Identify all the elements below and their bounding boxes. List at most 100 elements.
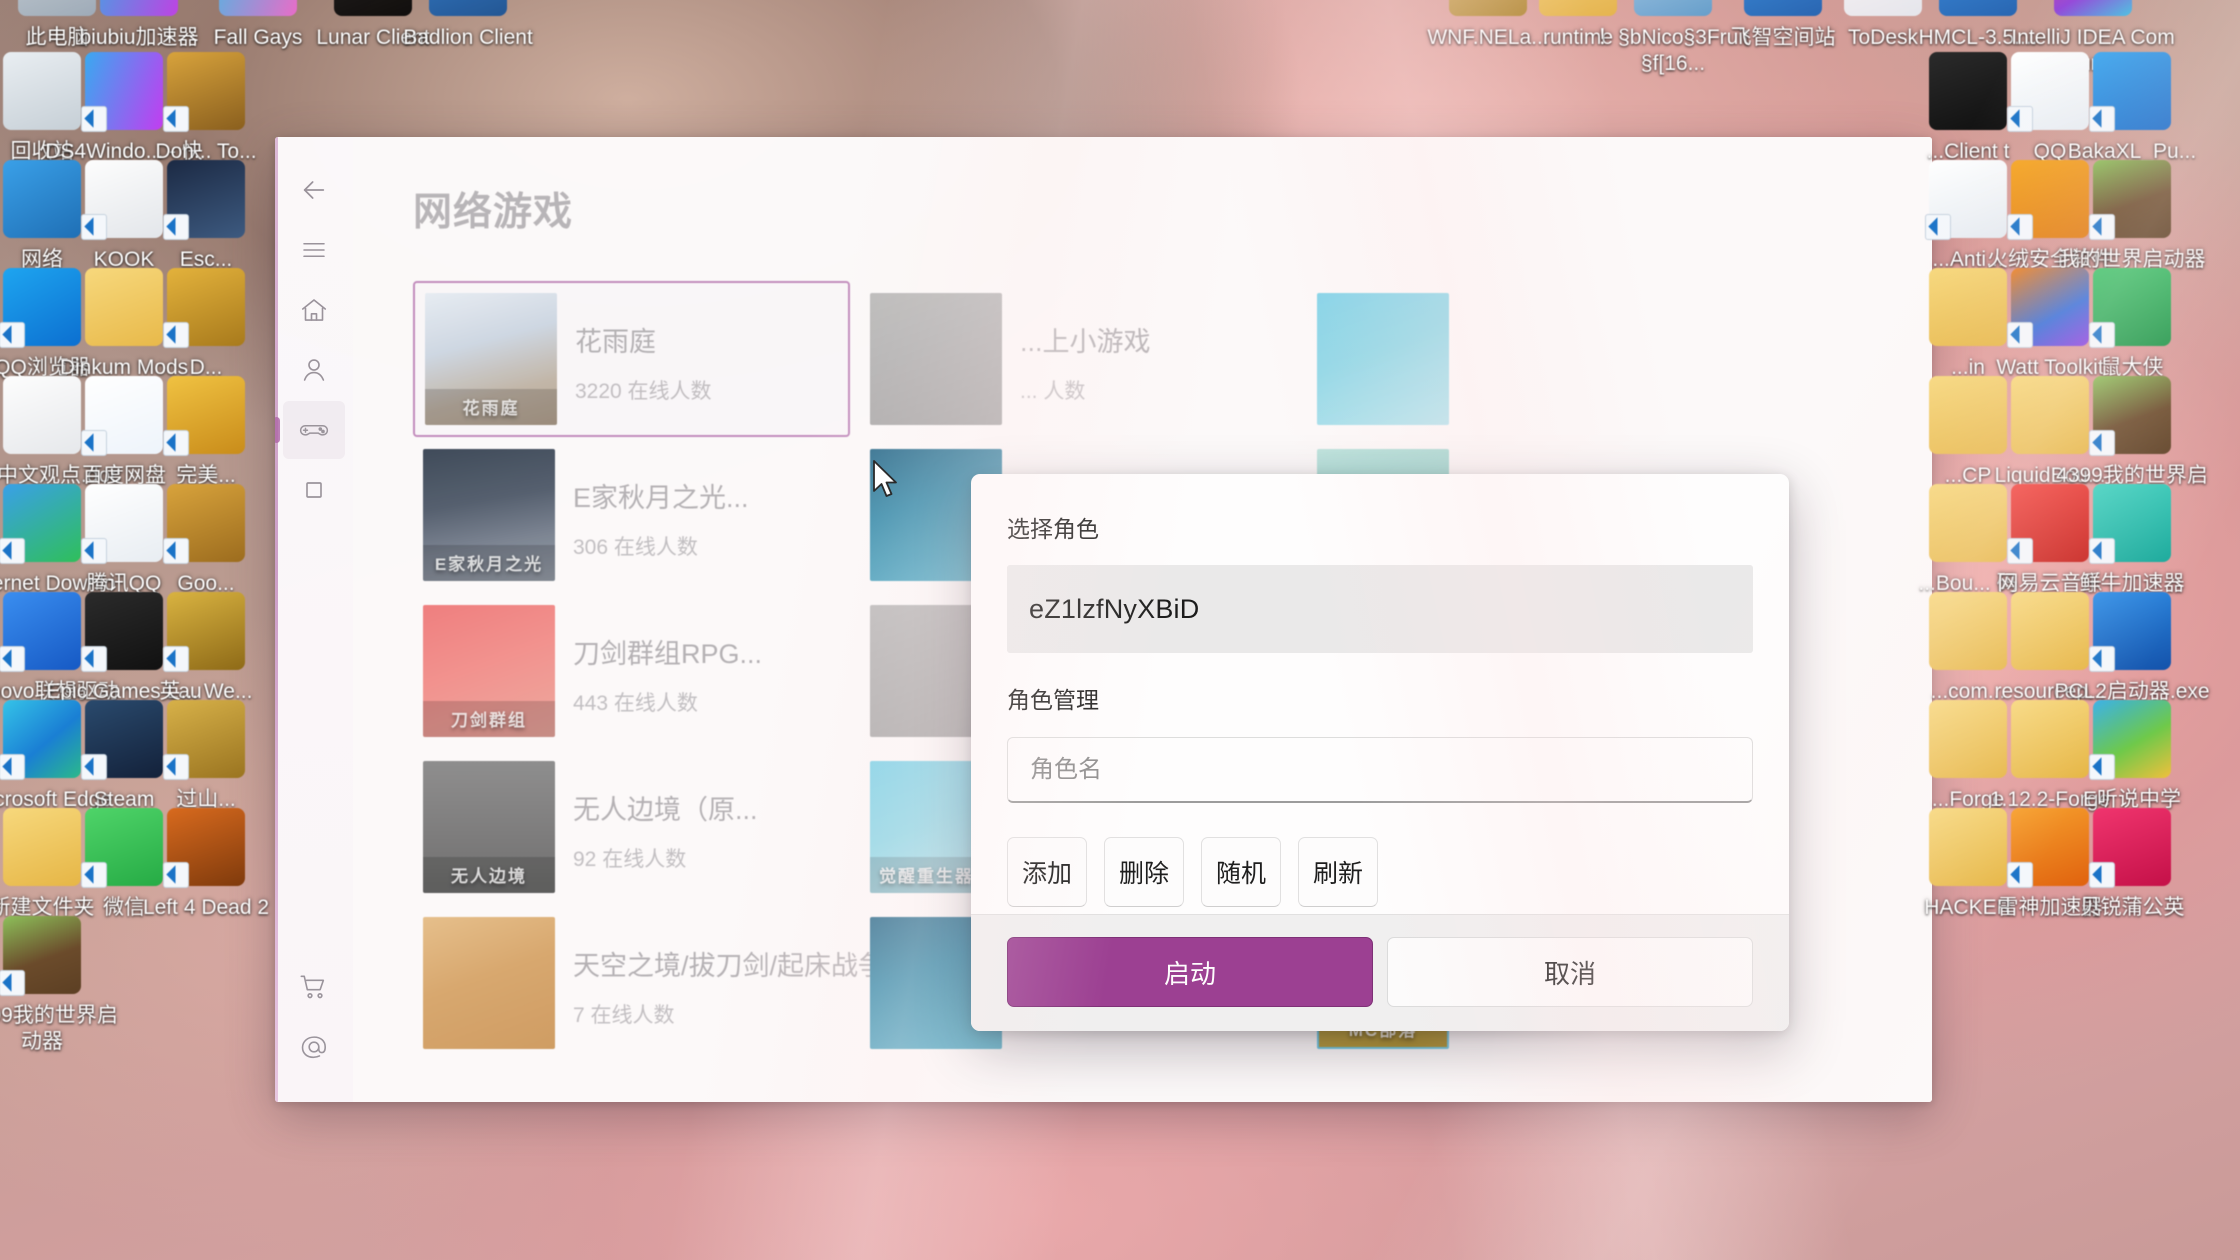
game-thumbnail bbox=[870, 293, 1002, 425]
refresh-role-button[interactable]: 刷新 bbox=[1298, 837, 1379, 907]
desktop-icon-dont-starve[interactable]: Don... To... bbox=[123, 52, 289, 165]
select-role-label: 选择角色 bbox=[1007, 516, 1099, 542]
cancel-button[interactable]: 取消 bbox=[1387, 937, 1753, 1007]
game-meta: 刀剑群组RPG... 443 在线人数 bbox=[573, 626, 840, 717]
desktop-icon-escape[interactable]: Esc... bbox=[123, 160, 289, 273]
game-online-count: 306 在线人数 bbox=[573, 535, 698, 559]
desktop-icon-shudaxia[interactable]: 鼠大侠 bbox=[2049, 268, 2215, 381]
square-icon bbox=[300, 476, 328, 504]
shortcut-arrow-icon bbox=[2007, 214, 2033, 240]
desktop-icon-etingshuo[interactable]: E听说中学 bbox=[2049, 700, 2215, 813]
sidebar-item-cart[interactable] bbox=[283, 958, 345, 1016]
shortcut-arrow-icon bbox=[81, 538, 107, 564]
game-thumbnail: E家秋月之光 bbox=[423, 449, 555, 581]
shortcut-arrow-icon bbox=[1925, 214, 1951, 240]
shortcut-arrow-icon bbox=[163, 322, 189, 348]
left4dead2-icon bbox=[163, 808, 245, 888]
shortcut-arrow-icon bbox=[0, 322, 25, 348]
shopping-cart-icon bbox=[298, 971, 330, 1003]
desktop-icon-xianniu-accelerator[interactable]: 鲜牛加速器 bbox=[2049, 484, 2215, 597]
game-thumbnail: 花雨庭 bbox=[425, 293, 557, 425]
oray-pgy-icon bbox=[2089, 808, 2171, 888]
shortcut-arrow-icon bbox=[0, 970, 25, 996]
sidebar-item-home[interactable] bbox=[283, 281, 345, 339]
pcl2-launcher-icon bbox=[2089, 592, 2171, 672]
game-thumbnail: 无人边境 bbox=[423, 761, 555, 893]
random-role-button[interactable]: 随机 bbox=[1201, 837, 1282, 907]
desktop-icon-4399-minecraft-launcher[interactable]: 4399我的世界启动器 bbox=[0, 916, 125, 1054]
desktop-icon-ying-we[interactable]: 英... We... bbox=[123, 592, 289, 705]
etingshuo-icon bbox=[2089, 700, 2171, 780]
guoshan-icon bbox=[163, 700, 245, 780]
game-card[interactable]: 花雨庭 花雨庭 3220 在线人数 bbox=[413, 281, 850, 437]
desktop-icon-d-game[interactable]: D... bbox=[123, 268, 289, 381]
sidebar-item-games[interactable] bbox=[275, 401, 345, 459]
game-online-count: 3220 在线人数 bbox=[575, 379, 712, 403]
role-list[interactable]: eZ1lzfNyXBiD bbox=[1007, 565, 1753, 653]
shortcut-arrow-icon bbox=[81, 106, 107, 132]
shortcut-arrow-icon bbox=[81, 646, 107, 672]
ying-we-icon bbox=[163, 592, 245, 672]
desktop-icon-label: Left 4 Dead 2 bbox=[142, 896, 270, 919]
desktop-icon-google[interactable]: Goo... bbox=[123, 484, 289, 597]
shortcut-arrow-icon bbox=[81, 430, 107, 456]
game-title: E家秋月之光... bbox=[573, 482, 749, 513]
delete-role-button[interactable]: 删除 bbox=[1104, 837, 1185, 907]
hamburger-menu-icon bbox=[299, 235, 329, 265]
add-role-button[interactable]: 添加 bbox=[1007, 837, 1088, 907]
badlion-client-icon bbox=[429, 0, 507, 16]
minecraft-launcher-icon bbox=[2089, 160, 2171, 240]
sidebar-item-menu[interactable] bbox=[283, 221, 345, 279]
desktop-icon-guoshan[interactable]: 过山... bbox=[123, 700, 289, 813]
wanmei-icon bbox=[163, 376, 245, 456]
shortcut-arrow-icon bbox=[2007, 538, 2033, 564]
sidebar-item-profile[interactable] bbox=[283, 341, 345, 399]
game-online-count: 443 在线人数 bbox=[573, 691, 698, 715]
game-card[interactable]: 天空之境/拔刀剑/起床战争 7 在线人数 bbox=[413, 905, 886, 1061]
shortcut-arrow-icon bbox=[163, 862, 189, 888]
shortcut-arrow-icon bbox=[81, 754, 107, 780]
role-name-input[interactable] bbox=[1007, 737, 1753, 803]
desktop-icon-left4dead2[interactable]: Left 4 Dead 2 bbox=[123, 808, 289, 921]
sidebar-item-mobile[interactable] bbox=[283, 461, 345, 519]
4399-minecraft-launcher-icon bbox=[0, 916, 81, 996]
desktop-icon-label: Badlion Client bbox=[403, 26, 533, 49]
game-title: 天空之境/拔刀剑/起床战争 bbox=[573, 950, 886, 981]
desktop-icon-minecraft-launcher[interactable]: 我的世界启动器 bbox=[2049, 160, 2215, 273]
game-card[interactable]: E家秋月之光 E家秋月之光... 306 在线人数 bbox=[413, 437, 850, 593]
dialog-body: 选择角色 eZ1lzfNyXBiD 角色管理 添加删除随机刷新 bbox=[971, 474, 1789, 914]
game-card[interactable] bbox=[1307, 281, 1744, 437]
back-arrow-icon bbox=[298, 174, 330, 206]
game-title: 花雨庭 bbox=[575, 326, 656, 357]
shortcut-arrow-icon bbox=[2089, 754, 2115, 780]
game-meta: ...上小游戏 ... 人数 bbox=[1020, 314, 1287, 405]
desktop-icon-oray-pgy[interactable]: 贝锐蒲公英 bbox=[2049, 808, 2215, 921]
gamepad-icon bbox=[297, 413, 331, 447]
shortcut-arrow-icon bbox=[0, 538, 25, 564]
game-title: 刀剑群组RPG... bbox=[573, 638, 763, 669]
game-meta bbox=[1467, 348, 1734, 370]
desktop-icon-pcl2-launcher[interactable]: PCL2启动器.exe bbox=[2049, 592, 2215, 705]
desktop-icon-label: 贝锐蒲公英 bbox=[2079, 896, 2185, 919]
game-thumbnail-caption: 花雨庭 bbox=[425, 389, 557, 425]
desktop-icon-badlion-client[interactable]: Badlion Client bbox=[385, 0, 551, 51]
fall-gays-icon bbox=[219, 0, 297, 16]
sidebar-item-back[interactable] bbox=[283, 161, 345, 219]
shortcut-arrow-icon bbox=[81, 214, 107, 240]
game-card[interactable]: 无人边境 无人边境（原... 92 在线人数 bbox=[413, 749, 850, 905]
role-list-item[interactable]: eZ1lzfNyXBiD bbox=[1029, 594, 1199, 625]
desktop-icon-wanmei[interactable]: 完美... bbox=[123, 376, 289, 489]
game-card[interactable]: 刀剑群组 刀剑群组RPG... 443 在线人数 bbox=[413, 593, 850, 749]
shortcut-arrow-icon bbox=[2089, 430, 2115, 456]
game-online-count: 92 在线人数 bbox=[573, 847, 687, 871]
at-sign-icon bbox=[298, 1031, 330, 1063]
game-card[interactable]: ...上小游戏 ... 人数 bbox=[860, 281, 1297, 437]
shortcut-arrow-icon bbox=[2089, 106, 2115, 132]
shortcut-arrow-icon bbox=[0, 646, 25, 672]
shortcut-arrow-icon bbox=[2007, 862, 2033, 888]
game-meta: 无人边境（原... 92 在线人数 bbox=[573, 782, 840, 873]
sidebar-item-mail[interactable] bbox=[283, 1018, 345, 1076]
launch-button[interactable]: 启动 bbox=[1007, 937, 1373, 1007]
desktop-icon-bakaxl[interactable]: BakaXL_Pu... bbox=[2049, 52, 2215, 165]
select-role-dialog: 选择角色 eZ1lzfNyXBiD 角色管理 添加删除随机刷新 启动 取消 bbox=[971, 474, 1789, 1031]
